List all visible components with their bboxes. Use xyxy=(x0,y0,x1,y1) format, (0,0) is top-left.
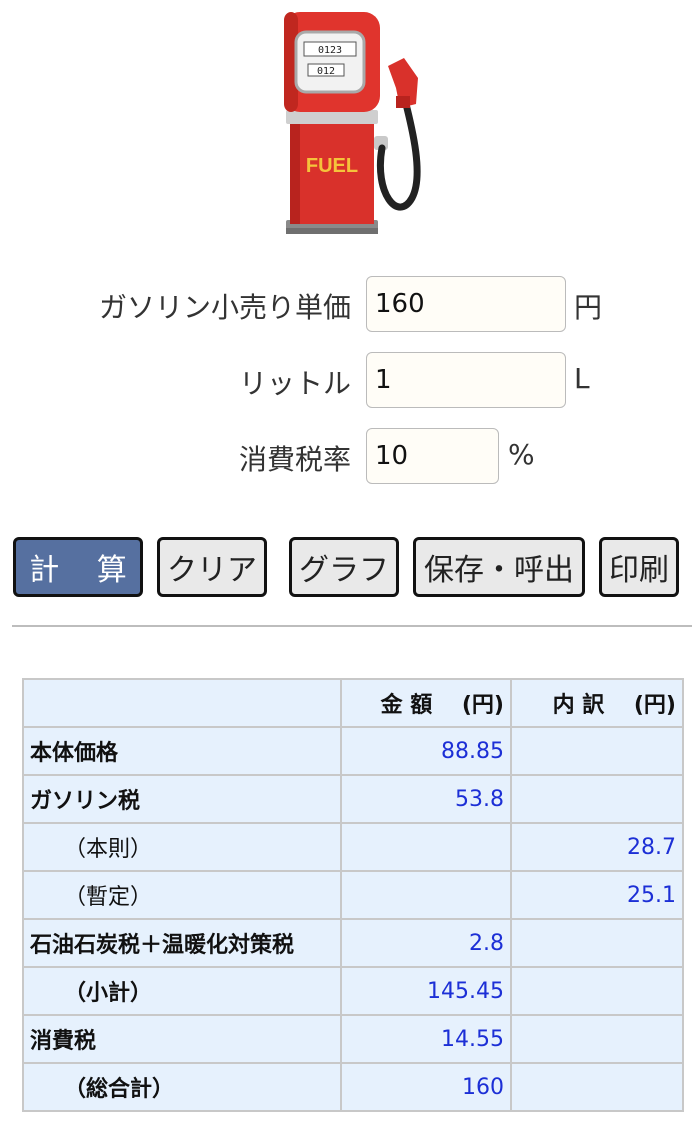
row-breakdown xyxy=(510,1062,684,1112)
row-breakdown xyxy=(510,918,684,968)
row-label-petroleum-coal-tax: 石油石炭税＋温暖化対策税 xyxy=(22,918,342,968)
row-label-subtotal: （小計） xyxy=(22,966,342,1016)
tax-rate-row: 消費税率 % xyxy=(0,428,699,484)
header-breakdown: 内 訳 (円) xyxy=(510,678,684,728)
pump-counter-bottom: 012 xyxy=(317,66,335,77)
row-amount: 160 xyxy=(340,1062,512,1112)
table-row: （総合計） 160 xyxy=(22,1062,684,1112)
row-label-grand-total: （総合計） xyxy=(22,1062,342,1112)
row-label-base-price: 本体価格 xyxy=(22,726,342,776)
calculate-button[interactable]: 計 算 xyxy=(13,537,143,597)
table-row: （本則） 28.7 xyxy=(22,822,684,872)
divider xyxy=(12,625,692,627)
row-amount: 14.55 xyxy=(340,1014,512,1064)
clear-button[interactable]: クリア xyxy=(157,537,267,597)
row-breakdown: 28.7 xyxy=(510,822,684,872)
print-button[interactable]: 印刷 xyxy=(599,537,679,597)
row-amount: 88.85 xyxy=(340,726,512,776)
header-empty xyxy=(22,678,342,728)
tax-rate-unit: % xyxy=(508,438,535,471)
table-row: 本体価格 88.85 xyxy=(22,726,684,776)
row-label-consumption-tax: 消費税 xyxy=(22,1014,342,1064)
table-header-row: 金 額 (円) 内 訳 (円) xyxy=(22,678,684,728)
price-input[interactable] xyxy=(366,276,566,332)
tax-rate-label: 消費税率 xyxy=(238,443,351,476)
pump-fuel-label: FUEL xyxy=(306,155,358,177)
fuel-price-calculator: 0123 012 FUEL ガソリン小売り単価 円 リットル L 消費税率 % … xyxy=(0,0,699,1129)
row-breakdown xyxy=(510,1014,684,1064)
pump-counter-top: 0123 xyxy=(318,45,342,56)
save-load-button[interactable]: 保存・呼出 xyxy=(413,537,585,597)
table-row: （小計） 145.45 xyxy=(22,966,684,1016)
row-label-provisional-rate: （暫定） xyxy=(22,870,342,920)
price-unit: 円 xyxy=(574,291,603,324)
row-amount xyxy=(340,822,512,872)
result-table: 金 額 (円) 内 訳 (円) 本体価格 88.85 ガソリン税 53.8 （本… xyxy=(22,678,684,1112)
price-label: ガソリン小売り単価 xyxy=(98,291,351,324)
row-breakdown xyxy=(510,966,684,1016)
tax-rate-input[interactable] xyxy=(366,428,499,484)
table-row: 石油石炭税＋温暖化対策税 2.8 xyxy=(22,918,684,968)
row-amount: 145.45 xyxy=(340,966,512,1016)
row-breakdown xyxy=(510,726,684,776)
fuel-pump-icon: 0123 012 FUEL xyxy=(284,12,421,234)
row-amount: 2.8 xyxy=(340,918,512,968)
row-label-basic-rate: （本則） xyxy=(22,822,342,872)
row-label-gasoline-tax: ガソリン税 xyxy=(22,774,342,824)
graph-button[interactable]: グラフ xyxy=(289,537,399,597)
price-row: ガソリン小売り単価 円 xyxy=(0,276,699,332)
liter-row: リットル L xyxy=(0,352,699,408)
row-amount: 53.8 xyxy=(340,774,512,824)
table-row: 消費税 14.55 xyxy=(22,1014,684,1064)
table-row: ガソリン税 53.8 xyxy=(22,774,684,824)
table-row: （暫定） 25.1 xyxy=(22,870,684,920)
row-breakdown xyxy=(510,774,684,824)
liter-label: リットル xyxy=(238,367,351,400)
liter-unit: L xyxy=(574,362,590,395)
liter-input[interactable] xyxy=(366,352,566,408)
row-amount xyxy=(340,870,512,920)
row-breakdown: 25.1 xyxy=(510,870,684,920)
header-amount: 金 額 (円) xyxy=(340,678,512,728)
